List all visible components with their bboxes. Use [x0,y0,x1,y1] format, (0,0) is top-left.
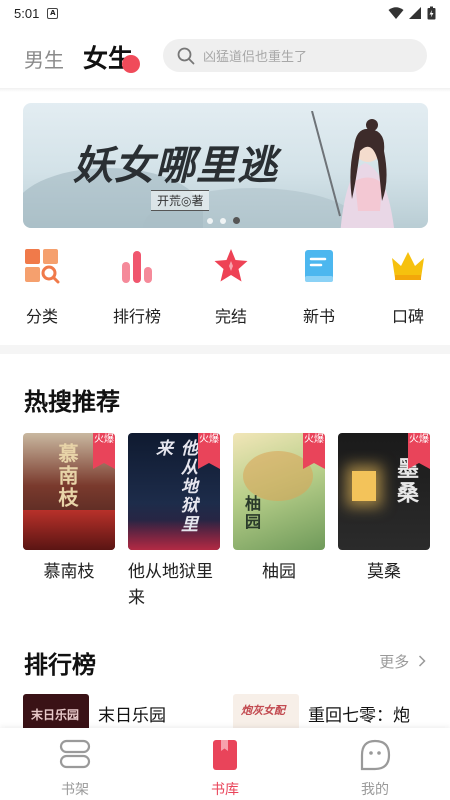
banner-illustration [311,111,394,228]
rank-book-title: 重回七零：炮 [308,706,410,726]
profile-icon [360,739,391,771]
nav-label: 我的 [361,782,389,798]
shortcut-reputation[interactable]: 口碑 [378,248,438,327]
book-card[interactable]: 慕南枝 火爆 慕南枝 [23,433,115,585]
book-card[interactable]: 柚园 火爆 柚园 [233,433,325,585]
category-shortcuts: 分类 排行榜 完结 新书 口碑 [0,248,450,328]
header-divider [0,88,450,92]
pagination-dot [220,217,226,224]
cover-art [352,471,376,501]
hot-search-list: 慕南枝 火爆 慕南枝 他从地狱里来 火爆 他从地狱里来 柚园 火爆 柚园 墨桑 … [0,433,450,613]
notification-icon: A [47,7,59,19]
shortcut-new-books[interactable]: 新书 [289,248,349,327]
shortcut-label: 完结 [214,307,247,326]
nav-profile[interactable]: 我的 [335,738,415,799]
shortcut-completed[interactable]: 完结 [201,248,261,327]
library-icon [213,740,237,770]
battery-icon [427,6,436,20]
book-title: 他从地狱里来 [128,562,213,608]
shortcut-ranking[interactable]: 排行榜 [107,248,167,327]
more-label: 更多 [379,653,410,671]
cover-title: 慕南枝 [55,443,79,509]
top-header: 男生 女生 凶猛道侣也重生了 [0,30,450,86]
search-placeholder: 凶猛道侣也重生了 [203,50,308,65]
grid-search-icon [25,249,60,284]
shortcut-label: 口碑 [391,307,424,326]
cover-title: 柚园 [242,495,261,531]
book-card[interactable]: 他从地狱里来 火爆 他从地狱里来 [128,433,220,611]
hot-tag: 火爆 [93,433,115,469]
bottom-nav: 书架 书库 我的 [0,728,450,800]
banner-author: 开荒◎著 [151,190,210,211]
rank-cover-text: 炮灰女配 [241,704,285,717]
ranking-title: 排行榜 [24,651,96,679]
nav-library[interactable]: 书库 [185,738,265,799]
shortcut-category[interactable]: 分类 [12,248,72,327]
book-cover: 慕南枝 火爆 [23,433,115,550]
ranking-item[interactable]: 炮灰女配 重回七零：炮 [233,694,433,730]
nav-label: 书架 [61,782,89,798]
shortcut-label: 分类 [25,307,58,326]
book-title: 慕南枝 [43,562,95,582]
nav-bookshelf[interactable]: 书架 [35,738,115,799]
hot-search-title: 热搜推荐 [24,388,120,416]
banner-pagination [207,217,240,224]
pagination-dot [207,217,213,224]
book-title: 莫桑 [367,562,401,582]
rank-cover-text: 末日乐园 [31,708,80,722]
book-cover: 他从地狱里来 火爆 [128,433,220,550]
status-icons [388,6,436,20]
bar-chart-icon [122,251,152,283]
rank-cover: 炮灰女配 [233,694,299,728]
rank-cover: 末日乐园 [23,694,89,728]
hot-tag: 火爆 [198,433,220,469]
promo-banner[interactable]: 妖女哪里逃 开荒◎著 [23,103,428,228]
cover-art [23,510,115,550]
new-book-icon [305,250,333,282]
book-cover: 墨桑 火爆 [338,433,430,550]
signal-icon [409,6,421,19]
rank-book-title: 末日乐园 [98,706,166,726]
active-tab-indicator [122,55,140,73]
crown-icon [392,252,424,280]
chevron-right-icon [418,655,426,667]
cover-title: 他从地狱里来 [152,439,197,534]
book-cover: 柚园 火爆 [233,433,325,550]
status-bar: 5:01 A [0,0,450,26]
wifi-icon [388,6,404,19]
shortcut-label: 新书 [302,307,335,326]
ranking-item[interactable]: 末日乐园 末日乐园 [23,694,213,730]
star-badge-icon [214,249,248,282]
search-bar[interactable]: 凶猛道侣也重生了 [163,39,427,72]
hot-tag: 火爆 [303,433,325,469]
nav-label: 书库 [211,782,239,798]
book-title: 柚园 [262,562,296,582]
more-link[interactable]: 更多 [379,651,426,672]
hot-tag: 火爆 [408,433,430,469]
bookshelf-icon [59,739,91,769]
search-icon [177,47,195,64]
book-card[interactable]: 墨桑 火爆 莫桑 [338,433,430,585]
shortcut-label: 排行榜 [112,307,161,326]
tab-male[interactable]: 男生 [24,44,64,73]
pagination-dot-active [233,217,240,224]
banner-title: 妖女哪里逃 [73,142,278,189]
status-time: 5:01 [14,5,40,21]
section-divider [0,345,450,354]
